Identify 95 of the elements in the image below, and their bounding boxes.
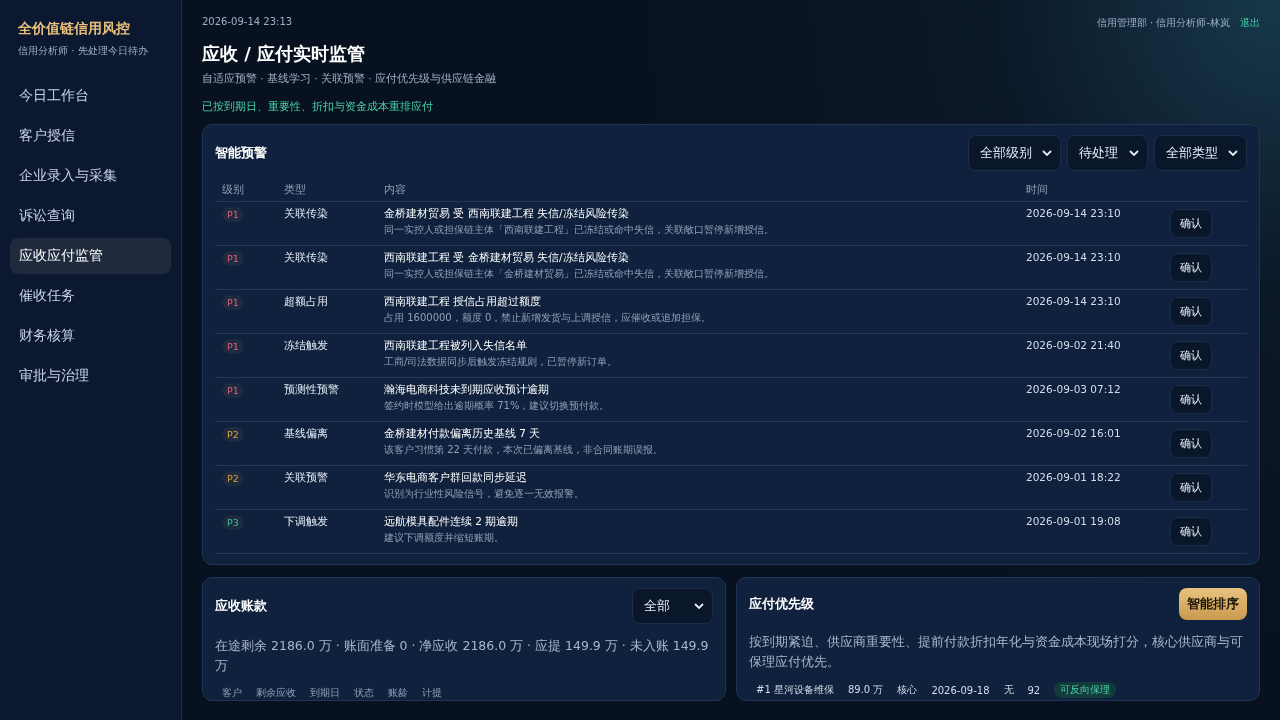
column-header: 到期日 bbox=[310, 686, 340, 700]
level-badge: P1 bbox=[222, 295, 244, 310]
alert-title: 西南联建工程 受 金桥建材贸易 失信/冻结风险传染 bbox=[384, 251, 630, 265]
confirm-button[interactable]: 确认 bbox=[1170, 297, 1212, 326]
level-badge: P1 bbox=[222, 383, 244, 398]
page-title: 应收 / 应付实时监管 bbox=[202, 42, 367, 66]
alert-title: 华东电商客户群回款同步延迟 bbox=[384, 471, 528, 485]
panel-title: 应收账款 bbox=[215, 597, 267, 615]
confirm-button[interactable]: 确认 bbox=[1170, 209, 1212, 238]
sidebar-item[interactable]: 诉讼查询 bbox=[10, 198, 171, 234]
column-header: 计提 bbox=[422, 686, 442, 700]
table-cell: 关联预警 bbox=[277, 465, 377, 510]
table-cell: 92 bbox=[1027, 684, 1041, 696]
table-cell: 2026-09-02 21:40 bbox=[1019, 333, 1163, 378]
table-cell: 核心 bbox=[897, 683, 918, 697]
logout-link[interactable]: 退出 bbox=[1240, 16, 1260, 30]
table-cell: 关联传染 bbox=[277, 245, 377, 290]
level-badge: P1 bbox=[222, 251, 244, 266]
chevron-icon bbox=[694, 603, 704, 609]
table-cell: 2026-09-14 23:10 bbox=[1019, 245, 1163, 290]
column-header: 内容 bbox=[377, 179, 1019, 202]
brand-title: 全价值链信用风控 bbox=[18, 20, 131, 38]
alert-detail: 签约时模型给出逾期概率 71%，建议切换预付款。 bbox=[384, 399, 611, 413]
confirm-button[interactable]: 确认 bbox=[1170, 341, 1212, 370]
filter-dropdown[interactable]: 待处理 bbox=[1067, 135, 1148, 171]
table-cell: 2026-09-01 18:22 bbox=[1019, 465, 1163, 510]
table-cell: 2026-09-01 19:08 bbox=[1019, 509, 1163, 554]
table-cell: 2026-09-02 16:01 bbox=[1019, 421, 1163, 466]
column-header: 状态 bbox=[354, 686, 374, 700]
table-cell: 89.0 万 bbox=[847, 683, 884, 697]
smart-sort-button[interactable]: 智能排序 bbox=[1179, 588, 1247, 620]
sidebar-item[interactable]: 企业录入与采集 bbox=[10, 158, 171, 194]
level-badge: P1 bbox=[222, 339, 244, 354]
confirm-button[interactable]: 确认 bbox=[1170, 429, 1212, 458]
sidebar-item[interactable]: 客户授信 bbox=[10, 118, 171, 154]
table-cell: 冻结触发 bbox=[277, 333, 377, 378]
confirm-button[interactable]: 确认 bbox=[1170, 253, 1212, 282]
table-cell: 基线偏离 bbox=[277, 421, 377, 466]
sidebar-item[interactable]: 审批与治理 bbox=[10, 358, 171, 394]
alert-title: 金桥建材付款偏离历史基线 7 天 bbox=[384, 427, 542, 441]
chevron-icon bbox=[1042, 150, 1052, 156]
alert-detail: 建议下调额度并缩短账期。 bbox=[384, 531, 505, 545]
alert-title: 瀚海电商科技未到期应收预计逾期 bbox=[384, 383, 550, 397]
panel-title: 应付优先级 bbox=[749, 595, 814, 613]
table-cell: 2026-09-14 23:10 bbox=[1019, 289, 1163, 334]
column-header: 级别 bbox=[215, 179, 277, 202]
alert-title: 远航模具配件连续 2 期逾期 bbox=[384, 515, 520, 529]
chevron-icon bbox=[1228, 150, 1238, 156]
column-header: 类型 bbox=[277, 179, 377, 202]
column-header: 客户 bbox=[222, 686, 242, 700]
table-cell: 预测性预警 bbox=[277, 377, 377, 422]
alert-detail: 占用 1600000，额度 0，禁止新增发货与上调授信，应催收或追加担保。 bbox=[384, 311, 713, 325]
table-cell: 2026-09-03 07:12 bbox=[1019, 377, 1163, 422]
column-header: 时间 bbox=[1019, 179, 1163, 202]
sidebar-item[interactable]: 应收应付监管 bbox=[10, 238, 171, 274]
panel-title: 智能预警 bbox=[215, 144, 267, 162]
filter-dropdown[interactable]: 全部级别 bbox=[968, 135, 1061, 171]
filter-dropdown[interactable]: 全部类型 bbox=[1154, 135, 1247, 171]
alert-detail: 识别为行业性风险信号，避免逐一无效报警。 bbox=[384, 487, 585, 501]
summary-text: 在途剩余 2186.0 万 · 账面准备 0 · 净应收 2186.0 万 · 应提 149.9 万 · 未入账 149.9 万 bbox=[215, 637, 710, 675]
alert-title: 西南联建工程 授信占用超过额度 bbox=[384, 295, 543, 309]
confirm-button[interactable]: 确认 bbox=[1170, 473, 1212, 502]
table-cell: 下调触发 bbox=[277, 509, 377, 554]
chevron-icon bbox=[1129, 150, 1139, 156]
alert-title: 西南联建工程被列入失信名单 bbox=[384, 339, 528, 353]
sidebar-item[interactable]: 今日工作台 bbox=[10, 78, 171, 114]
table-cell: #1 星河设备维保 bbox=[756, 683, 834, 697]
alert-detail: 同一实控人或担保链主体「金桥建材贸易」已冻结或命中失信，关联敞口暂停新增授信。 bbox=[384, 267, 775, 281]
column-header: 账龄 bbox=[388, 686, 408, 700]
page-subtitle: 自适应预警 · 基线学习 · 关联预警 · 应付优先级与供应链金融 bbox=[202, 72, 498, 86]
level-badge: P2 bbox=[222, 427, 244, 442]
timestamp: 2026-09-14 23:13 bbox=[202, 16, 293, 29]
level-badge: P1 bbox=[222, 207, 244, 222]
notice-text: 已按到期日、重要性、折扣与资金成本重排应付 bbox=[202, 100, 434, 114]
user-info: 信用管理部 · 信用分析师-林岚 bbox=[1096, 16, 1230, 30]
column-header: 剩余应收 bbox=[256, 686, 296, 700]
sidebar-item[interactable]: 财务核算 bbox=[10, 318, 171, 354]
alert-title: 金桥建材贸易 受 西南联建工程 失信/冻结风险传染 bbox=[384, 207, 630, 221]
alert-detail: 同一实控人或担保链主体「西南联建工程」已冻结或命中失信，关联敞口暂停新增授信。 bbox=[384, 223, 775, 237]
table-cell: 关联传染 bbox=[277, 201, 377, 246]
alert-detail: 工商/司法数据同步后触发冻结规则，已暂停新订单。 bbox=[384, 355, 619, 369]
alert-detail: 该客户习惯第 22 天付款，本次已偏离基线，非合同账期误报。 bbox=[384, 443, 665, 457]
filter-dropdown[interactable]: 全部 bbox=[632, 588, 713, 624]
confirm-button[interactable]: 确认 bbox=[1170, 517, 1212, 546]
table-cell: 2026-09-18 bbox=[931, 684, 990, 696]
table-cell: 无 bbox=[1003, 683, 1014, 697]
table-cell: 2026-09-14 23:10 bbox=[1019, 201, 1163, 246]
sidebar-item[interactable]: 催收任务 bbox=[10, 278, 171, 314]
level-badge: P2 bbox=[222, 471, 244, 486]
brand-subtitle: 信用分析师 · 先处理今日待办 bbox=[18, 44, 149, 58]
table-cell: 超额占用 bbox=[277, 289, 377, 334]
level-badge: P3 bbox=[222, 515, 244, 530]
confirm-button[interactable]: 确认 bbox=[1170, 385, 1212, 414]
status-tag: 可反向保理 bbox=[1054, 682, 1117, 698]
description-text: 按到期紧迫、供应商重要性、提前付款折扣年化与资金成本现场打分，核心供应商与可保理应付优先。 bbox=[749, 633, 1244, 671]
